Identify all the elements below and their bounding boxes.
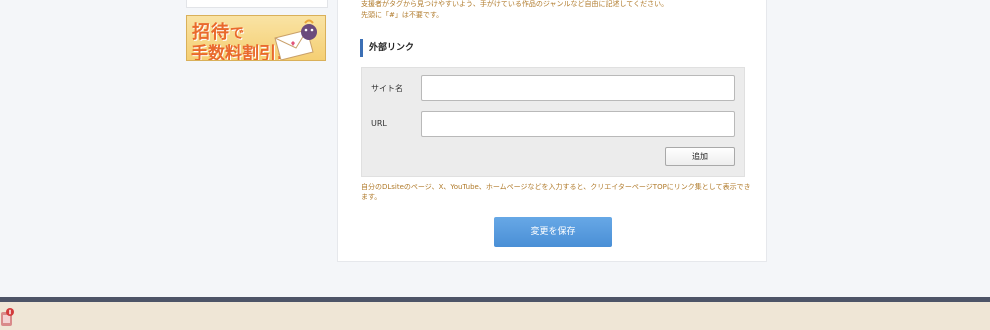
- url-input[interactable]: [421, 111, 735, 137]
- site-name-input[interactable]: [421, 75, 735, 101]
- site-name-label: サイト名: [371, 84, 403, 93]
- sidebar-card: [186, 0, 328, 8]
- save-changes-button[interactable]: 変更を保存: [494, 217, 612, 247]
- tag-hint-text: 支援者がタグから見つけやすいよう、手がけている作品のジャンルなど自由に記述してく…: [361, 0, 669, 8]
- section-title-external-links: 外部リンク: [360, 39, 414, 57]
- external-link-form: サイト名 URL 追加: [361, 67, 745, 177]
- url-label: URL: [371, 119, 387, 128]
- invite-discount-banner[interactable]: 招待で 手数料割引!: [186, 15, 326, 61]
- profile-settings-card: 支援者がタグから見つけやすいよう、手がけている作品のジャンルなど自由に記述してく…: [337, 0, 767, 262]
- envelope-character-icon: [274, 19, 317, 60]
- notification-badge-icon[interactable]: [0, 306, 16, 330]
- external-link-note: 自分のDLsiteのページ、X、YouTube、ホームページなどを入力すると、ク…: [361, 183, 751, 201]
- add-link-button[interactable]: 追加: [665, 147, 735, 166]
- tag-hint-subtext: 先頭に「#」は不要です。: [361, 11, 444, 19]
- footer: [0, 302, 990, 330]
